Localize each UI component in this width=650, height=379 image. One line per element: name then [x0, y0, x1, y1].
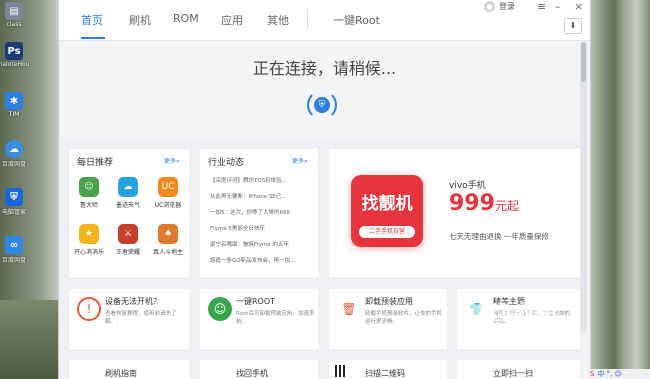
- honor-of-kings-icon: ⚔: [118, 224, 138, 244]
- app-item[interactable]: ☁ 墨迹天气: [113, 177, 143, 209]
- desktop-background-bottom: [0, 300, 60, 379]
- news-item[interactable]: 熔霞一条GO新品发布会，再一加...: [210, 256, 305, 264]
- tab-home[interactable]: 首页: [81, 12, 103, 28]
- daily-recommend-card: 每日推荐 更多» ☺ 鲁大师 ☁ 墨迹天气 UC UC浏览器 ★ 开心消消乐 ⚔…: [69, 149, 189, 277]
- promo-brand: vivo手机: [449, 181, 486, 191]
- news-item[interactable]: 【深度评测】腾讯TOS初体验...: [210, 176, 305, 184]
- bottom-card[interactable]: 找回手机: [200, 360, 318, 379]
- active-tab-indicator: [81, 37, 105, 39]
- desktop-icon-security[interactable]: ⛨ 电脑管家: [2, 188, 26, 216]
- news-item[interactable]: 从此再无要断：iPhone SE已...: [210, 192, 305, 200]
- menu-icon[interactable]: ≡: [537, 0, 546, 13]
- scrollbar-thumb[interactable]: [581, 42, 586, 82]
- tab-rom[interactable]: ROM: [173, 12, 199, 25]
- desktop-icon-netdisk[interactable]: ☁ 百度网盘: [2, 140, 26, 168]
- infinity-icon: ∞: [5, 236, 23, 254]
- desktop-icon-photoshop[interactable]: Ps haloteHou: [0, 42, 29, 68]
- app-item[interactable]: ☺ 鲁大师: [74, 177, 104, 209]
- bottom-card[interactable]: 刷机指南: [69, 360, 189, 379]
- app-item[interactable]: ⚔ 王者荣耀: [113, 224, 143, 256]
- tab-apps[interactable]: 应用: [221, 12, 243, 28]
- card-title: 行业动态: [208, 158, 245, 168]
- more-link[interactable]: 更多»: [164, 156, 180, 165]
- top-navigation: 首页 刷机 ROM 应用 其他 一键Root ● 登录 ≡ – × ⬇: [59, 0, 590, 41]
- promo-guarantee: 七天无理由退换 一年质量保修: [449, 232, 549, 241]
- system-tray[interactable]: S 中 °, ☺: [588, 369, 650, 379]
- candy-game-icon: ★: [79, 224, 99, 244]
- industry-news-card: 行业动态 更多» 【深度评测】腾讯TOS初体验... 从此再无要断：iPhone…: [200, 149, 318, 277]
- desktop-icon-tim[interactable]: ✱ TIM: [3, 92, 25, 118]
- warning-icon: !: [77, 297, 101, 321]
- zhaoliangji-logo: 找靓机 二手手机自营: [351, 175, 423, 247]
- download-icon[interactable]: ⬇: [564, 18, 582, 34]
- connecting-status: 正在连接，请稍候...: [252, 59, 397, 78]
- sogou-ime-icon: S: [590, 370, 595, 378]
- card-title: 每日推荐: [77, 158, 114, 168]
- weather-icon: ☁: [118, 177, 138, 197]
- app-item[interactable]: ★ 开心消消乐: [74, 224, 104, 256]
- app-item[interactable]: ♠ 真人斗地主: [153, 224, 183, 256]
- tab-one-click-root[interactable]: 一键Root: [333, 12, 380, 28]
- minimize-icon[interactable]: –: [555, 0, 561, 13]
- service-card[interactable]: ☺ 一键ROOT Root后可卸载预装应用，加速系统。: [200, 289, 318, 349]
- ludashi-icon: ☺: [79, 177, 99, 197]
- desktop-background-right: [585, 0, 650, 379]
- nav-divider: [307, 10, 308, 28]
- card-game-icon: ♠: [158, 224, 178, 244]
- service-card[interactable]: 🗑 卸载预装应用 卸载手机预装软件，让你的手机运行更流畅。: [329, 289, 447, 349]
- news-item[interactable]: Flyme 5美丽全日快乐: [210, 224, 305, 232]
- service-card[interactable]: ! 设备无法开机？ 查看恢复教程，使用前请先了解。: [69, 289, 189, 349]
- folder-icon: ▤: [5, 2, 23, 20]
- scrollbar[interactable]: [580, 42, 587, 332]
- tim-icon: ✱: [5, 92, 23, 110]
- desktop-icon-netdisk-2[interactable]: ∞ 百度网盘: [2, 236, 26, 264]
- news-item[interactable]: 一加5：这次，你等了大哥的666: [210, 208, 305, 216]
- desktop-icon-class[interactable]: ▤ class: [3, 2, 25, 28]
- shield-icon: ⛨: [5, 188, 23, 206]
- tab-flash[interactable]: 刷机: [129, 12, 151, 28]
- uc-browser-icon: UC: [158, 177, 178, 197]
- qr-code-icon: [335, 365, 347, 377]
- news-item[interactable]: 梁宁名嘴面：魅族Flyme 的五年: [210, 240, 305, 248]
- promo-banner[interactable]: 找靓机 二手手机自营 vivo手机 999元起 七天无理由退换 一年质量保修: [329, 149, 580, 277]
- cloud-icon: ☁: [5, 140, 23, 158]
- watermark-url: zhinan.sogou.com: [485, 321, 577, 332]
- bottom-card[interactable]: 立即扫一扫: [457, 360, 580, 379]
- close-icon[interactable]: ×: [574, 0, 583, 13]
- more-link[interactable]: 更多»: [292, 156, 308, 165]
- app-item[interactable]: UC UC浏览器: [153, 177, 183, 209]
- promo-price: 999元起: [449, 191, 519, 216]
- photoshop-icon: Ps: [5, 42, 23, 60]
- bottom-card[interactable]: 扫描二维码: [329, 360, 447, 379]
- trash-icon: 🗑: [341, 302, 357, 316]
- login-button[interactable]: ● 登录: [484, 1, 515, 12]
- content-panel: 每日推荐 更多» ☺ 鲁大师 ☁ 墨迹天气 UC UC浏览器 ★ 开心消消乐 ⚔…: [59, 138, 583, 379]
- shield-logo-icon: ⛨: [314, 97, 330, 113]
- avatar-icon: ●: [484, 1, 495, 12]
- tab-other[interactable]: 其他: [267, 12, 289, 28]
- root-icon: ☺: [208, 297, 232, 321]
